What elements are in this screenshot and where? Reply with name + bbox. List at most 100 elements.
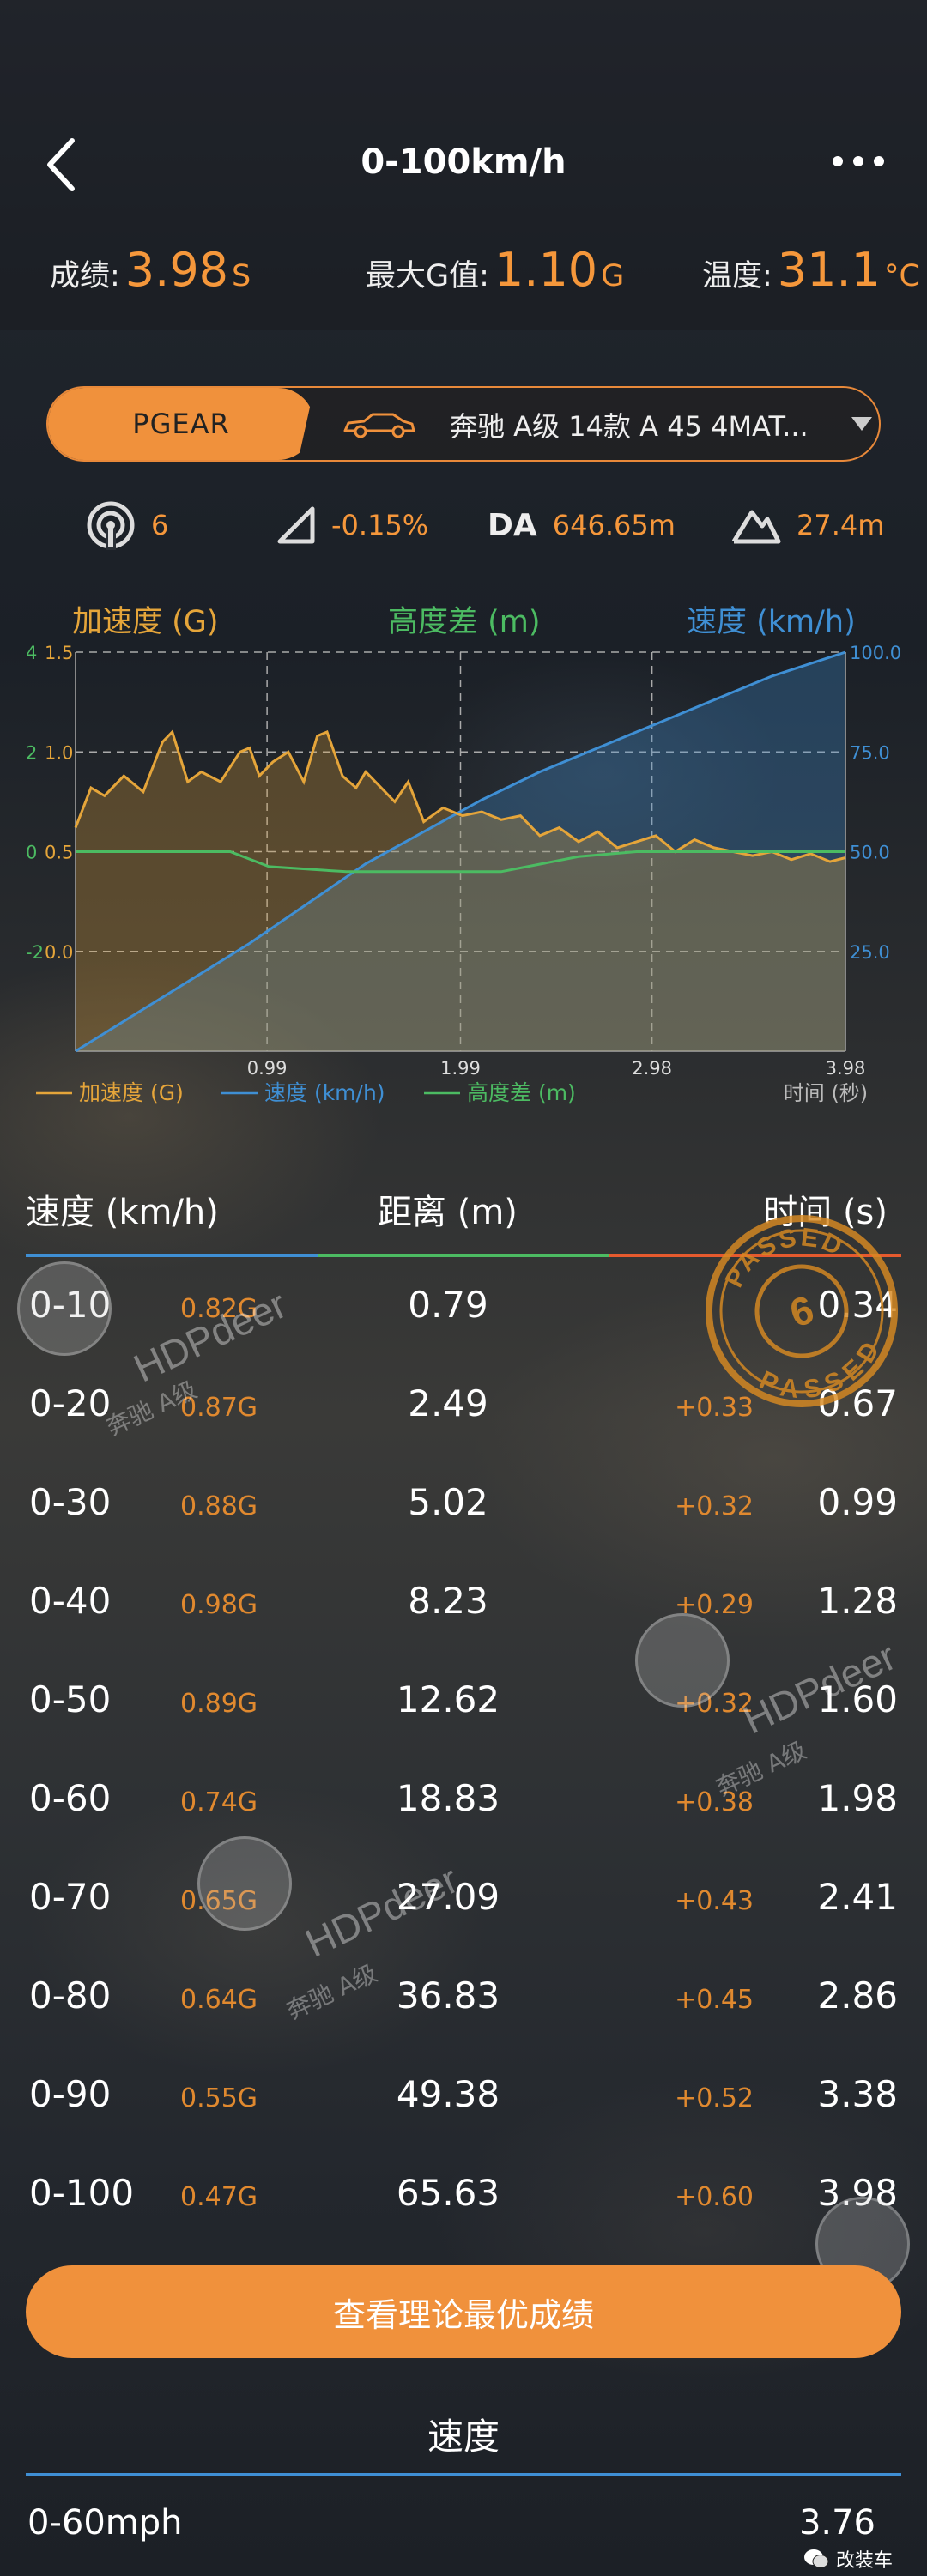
y-tick-label-speed: 75.0 xyxy=(850,742,890,763)
cell-time-delta: +0.29 xyxy=(675,1590,754,1620)
dropdown-triangle-icon[interactable] xyxy=(851,417,872,431)
chat-bubble-icon xyxy=(803,2549,829,2568)
stat-label: 最大G值: xyxy=(366,259,489,293)
signal-icon xyxy=(87,501,135,550)
cell-distance: 65.63 xyxy=(396,2172,500,2214)
acceleration-chart: 加速度 (G) 高度差 (m) 速度 (km/h) 4 2 0 -2 1.5 1.0 0.5… xyxy=(0,584,927,1133)
cell-time: 0.99 xyxy=(817,1481,898,1523)
cell-distance: 18.83 xyxy=(396,1777,500,1819)
col-speed-header: 速度 (km/h) xyxy=(26,1193,219,1232)
x-tick-label: 2.98 xyxy=(632,1058,672,1079)
metric-slope: -0.15% xyxy=(276,499,428,551)
cell-speed: 0-20 xyxy=(29,1382,112,1424)
x-axis-label: 时间 (秒) xyxy=(784,1081,868,1105)
altitude-value: 27.4m xyxy=(797,509,885,541)
slope-value: -0.15% xyxy=(331,509,429,541)
da-icon: DA xyxy=(488,507,537,543)
splits-table-header: 速度 (km/h) 距离 (m) 时间 (s) xyxy=(0,1167,927,1253)
y-tick-label-height: -2 xyxy=(26,942,44,963)
cell-speed: 0-10 xyxy=(29,1284,112,1326)
cell-g-value: 0.47G xyxy=(180,2182,258,2212)
cell-speed: 0-50 xyxy=(29,1678,112,1720)
footer-brand-text: 改装车 xyxy=(835,2550,893,2572)
stat-label: 成绩: xyxy=(50,259,120,293)
table-row: 0-100 0.47G 65.63 +0.60 3.98 xyxy=(0,2148,927,2246)
speed-col-underline xyxy=(26,1254,318,1257)
cell-time: 2.41 xyxy=(817,1876,898,1918)
cell-time: 0.34 xyxy=(817,1284,898,1326)
y-tick-label-speed: 50.0 xyxy=(850,843,890,863)
cell-g-value: 0.64G xyxy=(180,1985,258,2015)
stat-result: 成绩: 3.98 S xyxy=(50,243,251,297)
cell-g-value: 0.82G xyxy=(180,1294,258,1324)
cell-time: 2.86 xyxy=(817,1974,898,2017)
cell-speed: 0-100 xyxy=(29,2172,135,2214)
cell-time-delta: +0.43 xyxy=(675,1886,754,1916)
metric-da: DA 646.65m xyxy=(488,499,676,551)
table-row: 0-10 0.82G 0.79 0.34 xyxy=(0,1260,927,1358)
cell-time: 3.98 xyxy=(817,2172,898,2214)
x-tick-label: 0.99 xyxy=(247,1058,288,1079)
cell-distance: 49.38 xyxy=(396,2073,500,2115)
cell-speed: 0-30 xyxy=(29,1481,112,1523)
y-tick-label-accel: 0.5 xyxy=(45,843,73,863)
cell-distance: 0.79 xyxy=(408,1284,488,1326)
y-tick-label-height: 2 xyxy=(26,742,37,763)
cell-time-delta: +0.33 xyxy=(675,1393,754,1423)
stat-value: 1.10 xyxy=(494,243,598,297)
cell-g-value: 0.55G xyxy=(180,2083,258,2113)
view-best-result-button[interactable]: 查看理论最优成绩 xyxy=(26,2265,901,2358)
cell-time: 3.38 xyxy=(817,2073,898,2115)
table-row: 0-60 0.74G 18.83 +0.38 1.98 xyxy=(0,1753,927,1852)
y-tick-label-accel: 1.5 xyxy=(45,643,73,663)
cell-time: 0.67 xyxy=(817,1382,898,1424)
stat-unit: °C xyxy=(884,259,920,293)
table-row: 0-30 0.88G 5.02 +0.32 0.99 xyxy=(0,1457,927,1556)
stat-value: 3.98 xyxy=(124,243,229,297)
cell-distance: 8.23 xyxy=(408,1580,488,1622)
cell-time-delta: +0.52 xyxy=(675,2083,754,2113)
footer-brand: 改装车 xyxy=(803,2545,893,2573)
da-value: 646.65m xyxy=(552,509,676,541)
cell-time: 1.98 xyxy=(817,1777,898,1819)
metric-satellites: 6 xyxy=(86,499,168,551)
pgear-button[interactable]: PGEAR xyxy=(48,388,314,460)
table-row: 0-20 0.87G 2.49 +0.33 0.67 xyxy=(0,1358,927,1457)
section-title: 速度 xyxy=(427,2416,500,2458)
cell-g-value: 0.88G xyxy=(180,1491,258,1521)
y-tick-label-accel: 1.0 xyxy=(45,742,73,763)
y-tick-label-height: 0 xyxy=(26,843,37,863)
table-row: 0-70 0.65G 27.09 +0.43 2.41 xyxy=(0,1852,927,1950)
chart-plot: 4 2 0 -2 1.5 1.0 0.5 0.0 100.0 75.0 50.0 25.0 0.99 1.… xyxy=(26,643,901,1105)
cell-distance: 5.02 xyxy=(408,1481,488,1523)
cell-distance: 27.09 xyxy=(396,1876,500,1918)
table-row: 0-40 0.98G 8.23 +0.29 1.28 xyxy=(0,1556,927,1654)
distance-col-underline xyxy=(318,1254,609,1257)
cell-distance: 12.62 xyxy=(396,1678,500,1720)
cell-g-value: 0.89G xyxy=(180,1689,258,1719)
metrics-row: 6 -0.15% DA 646.65m 27.4m xyxy=(0,499,927,551)
satellites-value: 6 xyxy=(151,509,169,541)
x-tick-label: 3.98 xyxy=(826,1058,866,1079)
cell-time-delta: +0.32 xyxy=(675,1491,754,1521)
stat-label: 温度: xyxy=(702,259,772,293)
cell-speed: 0-80 xyxy=(29,1974,112,2017)
y-tick-label-speed: 100.0 xyxy=(850,643,901,663)
more-options-icon[interactable] xyxy=(833,151,884,172)
table-row: 0-50 0.89G 12.62 +0.32 1.60 xyxy=(0,1654,927,1753)
cell-speed: 0-90 xyxy=(29,2073,112,2115)
legend-label: 加速度 (G) xyxy=(79,1080,184,1105)
header: 0-100km/h 成绩: 3.98 S 最大G值: 1.10 G 温度: 31… xyxy=(0,0,927,330)
cell-speed: 0-60 xyxy=(29,1777,112,1819)
col-distance-header: 距离 (m) xyxy=(378,1193,518,1232)
cell-time-delta: +0.60 xyxy=(675,2182,754,2212)
cell-time: 1.60 xyxy=(817,1678,898,1720)
cell-g-value: 0.98G xyxy=(180,1590,258,1620)
stat-temperature: 温度: 31.1 °C xyxy=(702,243,920,297)
mountain-icon xyxy=(731,510,781,544)
mph-row-label: 0-60mph xyxy=(27,2503,183,2543)
cell-time-delta: +0.38 xyxy=(675,1787,754,1817)
cell-time-delta: +0.32 xyxy=(675,1689,754,1719)
vehicle-selector[interactable]: PGEAR 奔驰 A级 14款 A 45 4MAT... xyxy=(46,386,881,462)
cell-distance: 36.83 xyxy=(396,1974,500,2017)
